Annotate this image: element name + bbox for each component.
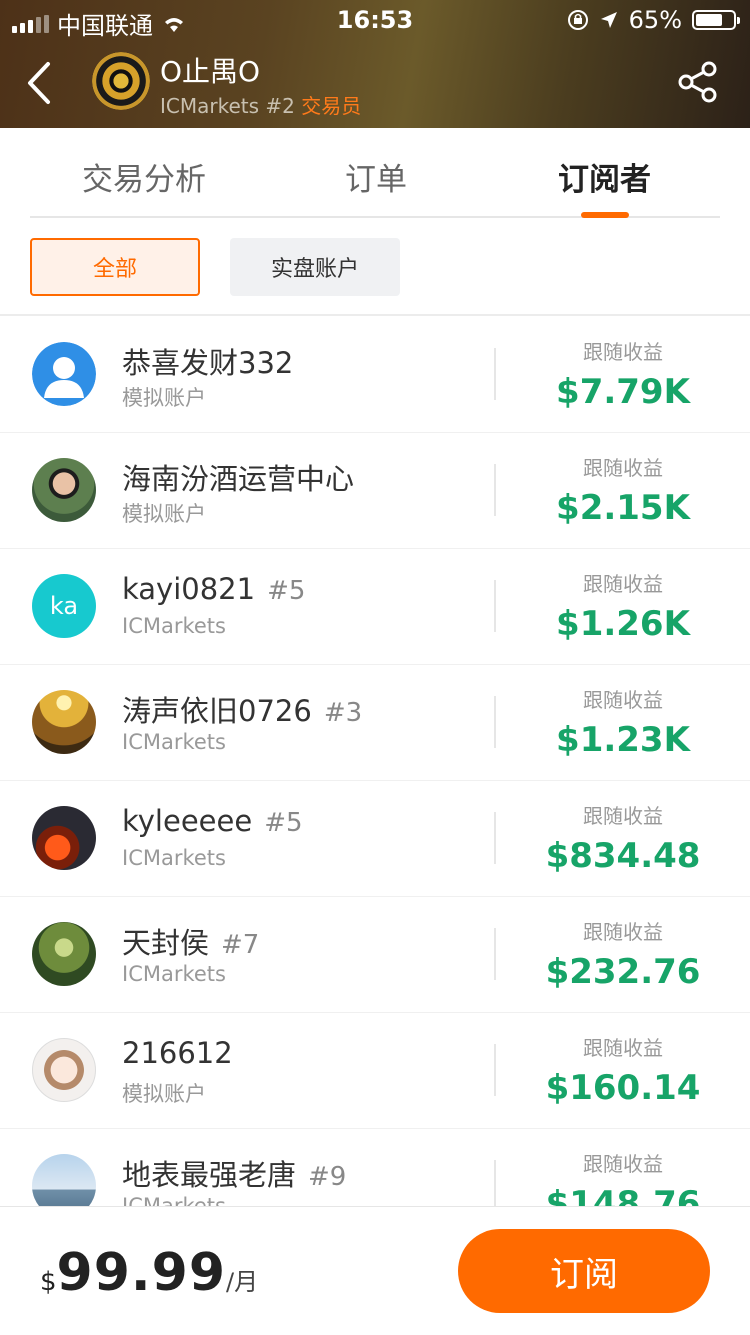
follow-profit-value: $7.79K — [556, 372, 690, 412]
divider — [494, 696, 496, 748]
list-item[interactable]: 涛声依旧0726 #3 ICMarkets 跟随收益 $1.23K — [0, 664, 750, 781]
back-button[interactable] — [20, 58, 60, 108]
list-item[interactable]: 地表最强老唐 #9 ICMarkets 跟随收益 $148.76 — [0, 1128, 750, 1206]
price-unit: /月 — [226, 1268, 259, 1296]
divider — [494, 812, 496, 864]
follow-profit-label: 跟随收益 — [583, 688, 663, 712]
tab-orders[interactable]: 订单 — [345, 154, 407, 199]
trader-role: 交易员 — [301, 94, 362, 118]
battery-percent: 65% — [628, 6, 682, 34]
avatar — [32, 922, 96, 986]
status-bar: 中国联通 16:53 65% — [0, 0, 750, 40]
subscriber-name: 216612 — [122, 1036, 233, 1070]
header: 中国联通 16:53 65% O止禺O ICMarkets #2 交易员 — [0, 0, 750, 128]
follow-profit-label: 跟随收益 — [583, 456, 663, 480]
list-item[interactable]: kyleeeee #5 ICMarkets 跟随收益 $834.48 — [0, 780, 750, 897]
avatar-initials: ka — [49, 592, 79, 620]
follow-profit-label: 跟随收益 — [583, 572, 663, 596]
tab-bar: 交易分析 订单 订阅者 — [30, 128, 720, 218]
subscriber-name: 天封侯 #7 — [122, 926, 260, 960]
trader-name: O止禺O — [160, 55, 261, 88]
divider — [494, 928, 496, 980]
trader-subtitle: ICMarkets #2 交易员 — [160, 90, 361, 119]
subscription-price: $99.99/月 — [40, 1243, 258, 1303]
follow-profit-label: 跟随收益 — [583, 804, 663, 828]
avatar: ka — [32, 574, 96, 638]
trader-broker: ICMarkets — [160, 94, 260, 118]
follow-profit-value: $1.23K — [556, 720, 690, 760]
list-item[interactable]: 海南汾酒运营中心 模拟账户 跟随收益 $2.15K — [0, 432, 750, 549]
location-icon — [600, 12, 617, 28]
subscribe-footer: $99.99/月 订阅 — [0, 1206, 750, 1335]
rotation-lock-icon — [567, 10, 588, 30]
follow-profit-label: 跟随收益 — [583, 1036, 663, 1060]
subscriber-account: ICMarkets — [122, 846, 226, 870]
subscriber-name: 恭喜发财332 — [122, 346, 294, 380]
default-user-icon — [32, 342, 96, 406]
subscriber-list: 恭喜发财332 模拟账户 跟随收益 $7.79K 海南汾酒运营中心 模拟账户 跟… — [0, 316, 750, 1206]
price-currency: $ — [40, 1267, 57, 1297]
subscriber-account: ICMarkets — [122, 730, 226, 754]
filter-live-account-button[interactable]: 实盘账户 — [230, 238, 400, 296]
follow-profit-value: $834.48 — [545, 836, 701, 876]
divider — [494, 1044, 496, 1096]
divider — [494, 1160, 496, 1206]
trader-rank: #2 — [265, 94, 295, 118]
subscriber-account: ICMarkets — [122, 1194, 226, 1206]
follow-profit-value: $160.14 — [545, 1068, 701, 1108]
follow-profit-value: $148.76 — [545, 1184, 701, 1206]
list-item[interactable]: ka kayi0821 #5 ICMarkets 跟随收益 $1.26K — [0, 548, 750, 665]
avatar — [32, 458, 96, 522]
trader-avatar[interactable] — [92, 52, 150, 110]
avatar — [32, 806, 96, 870]
follow-profit-value: $232.76 — [545, 952, 701, 992]
follow-profit-label: 跟随收益 — [583, 1152, 663, 1176]
list-item[interactable]: 天封侯 #7 ICMarkets 跟随收益 $232.76 — [0, 896, 750, 1013]
follow-profit-label: 跟随收益 — [583, 920, 663, 944]
subscriber-name: kyleeeee #5 — [122, 804, 303, 838]
follow-profit-value: $2.15K — [556, 488, 690, 528]
subscriber-name: 涛声依旧0726 #3 — [122, 694, 363, 728]
follow-profit-value: $1.26K — [556, 604, 690, 644]
list-item[interactable]: 216612 模拟账户 跟随收益 $160.14 — [0, 1012, 750, 1129]
battery-icon — [692, 10, 740, 30]
filter-all-button[interactable]: 全部 — [30, 238, 200, 296]
subscriber-account: 模拟账户 — [122, 1082, 206, 1106]
subscriber-name: 地表最强老唐 #9 — [122, 1158, 347, 1192]
subscriber-account: ICMarkets — [122, 962, 226, 986]
subscriber-account: ICMarkets — [122, 614, 226, 638]
subscriber-name: 海南汾酒运营中心 — [122, 462, 355, 496]
tab-subscribers[interactable]: 订阅者 — [558, 154, 651, 199]
divider — [494, 348, 496, 400]
tab-trade-analysis[interactable]: 交易分析 — [82, 154, 206, 199]
divider — [494, 580, 496, 632]
avatar — [32, 342, 96, 406]
price-amount: 99.99 — [56, 1243, 227, 1303]
subscriber-account: 模拟账户 — [122, 502, 206, 526]
subscriber-name: kayi0821 #5 — [122, 572, 306, 606]
list-item[interactable]: 恭喜发财332 模拟账户 跟随收益 $7.79K — [0, 316, 750, 433]
subscriber-account: 模拟账户 — [122, 386, 206, 410]
subscribe-button[interactable]: 订阅 — [458, 1229, 710, 1313]
follow-profit-label: 跟随收益 — [583, 340, 663, 364]
tab-indicator — [581, 212, 629, 218]
avatar — [32, 690, 96, 754]
share-button[interactable] — [676, 60, 720, 104]
avatar — [32, 1154, 96, 1206]
divider — [494, 464, 496, 516]
avatar — [32, 1038, 96, 1102]
